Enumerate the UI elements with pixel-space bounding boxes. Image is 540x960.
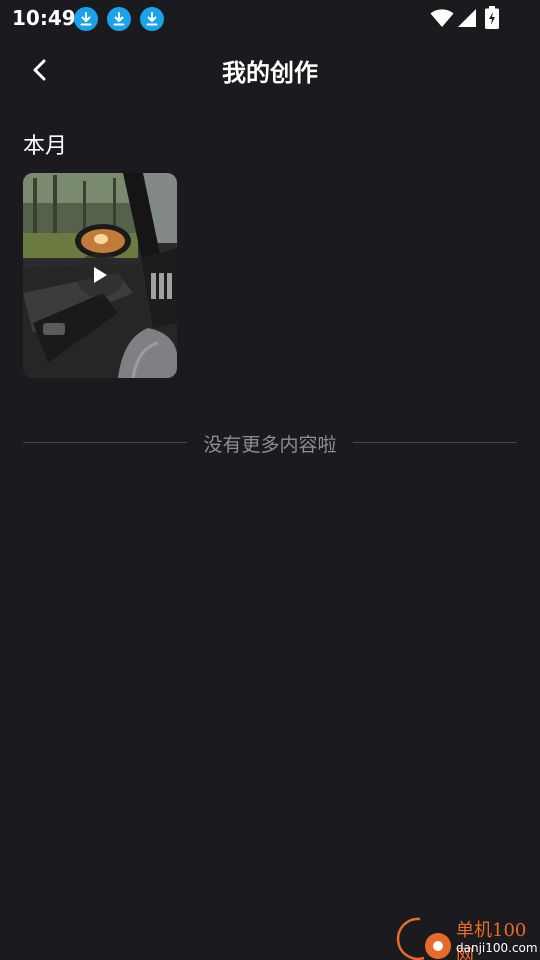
screen: 10:49 我的创作 本月 没有更多内容啦 单机100网 danji100.co… — [0, 0, 540, 960]
end-of-list-divider: 没有更多内容啦 — [23, 430, 517, 456]
watermark-url: danji100.com — [456, 941, 538, 955]
signal-icon — [458, 9, 476, 27]
watermark: 单机100网 danji100.com — [388, 914, 540, 960]
battery-charging-icon — [485, 6, 499, 29]
end-of-list-text: 没有更多内容啦 — [203, 434, 337, 456]
page-title: 我的创作 — [222, 59, 318, 87]
play-button[interactable] — [76, 253, 124, 297]
download-icon — [74, 7, 98, 31]
header: 我的创作 — [0, 40, 540, 98]
status-time: 10:49 — [12, 6, 76, 30]
download-icon — [140, 7, 164, 31]
watermark-logo-icon — [396, 917, 451, 960]
wifi-icon — [430, 9, 454, 27]
play-icon — [94, 267, 107, 283]
video-card[interactable] — [23, 173, 177, 378]
divider-line-right — [353, 442, 517, 443]
section-label-this-month: 本月 — [23, 134, 68, 159]
download-icon — [107, 7, 131, 31]
status-bar: 10:49 — [0, 0, 540, 36]
